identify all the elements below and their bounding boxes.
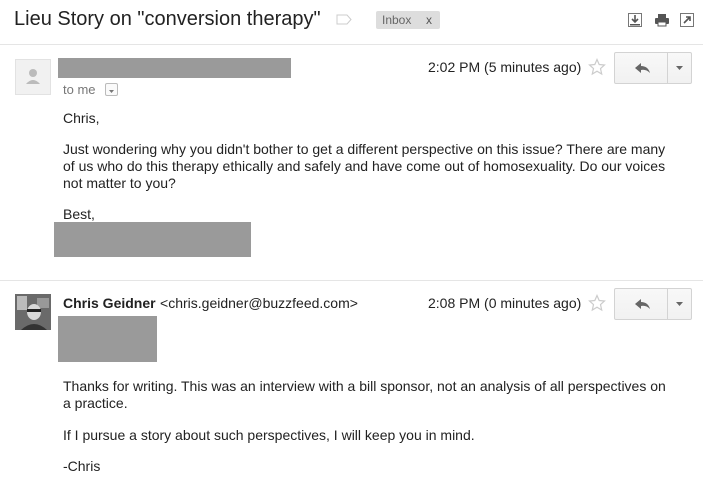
message-timestamp: 2:02 PM (5 minutes ago): [428, 59, 582, 75]
chevron-down-icon: [109, 90, 114, 93]
message-timestamp: 2:08 PM (0 minutes ago): [428, 295, 582, 311]
download-icon[interactable]: [628, 13, 642, 27]
message-body: Thanks for writing. This was an intervie…: [63, 378, 666, 411]
star-icon[interactable]: [588, 294, 606, 312]
sender-name[interactable]: Chris Geidner: [63, 295, 156, 311]
message-divider: [0, 280, 703, 281]
inbox-label-chip: Inbox x: [376, 11, 440, 29]
header-divider: [0, 44, 703, 45]
print-icon[interactable]: [654, 13, 670, 27]
message-signature: -Chris: [63, 458, 101, 474]
message-greeting: Chris,: [63, 110, 100, 126]
reply-button[interactable]: [615, 53, 667, 83]
remove-label-button[interactable]: x: [426, 11, 432, 29]
default-avatar-icon: [26, 69, 40, 84]
sender-line: Chris Geidner <chris.geidner@buzzfeed.co…: [63, 295, 358, 313]
recipient-line: to me: [63, 82, 96, 97]
redacted-signature: [54, 222, 251, 257]
message-body: Just wondering why you didn't bother to …: [63, 141, 666, 191]
redacted-recipient: [58, 316, 157, 362]
new-window-icon[interactable]: [680, 13, 694, 27]
reply-icon: [635, 299, 650, 309]
avatar: [15, 294, 51, 330]
star-icon[interactable]: [588, 58, 606, 76]
message-signoff: Best,: [63, 206, 95, 222]
label-icon[interactable]: [336, 14, 352, 25]
inbox-label-text: Inbox: [382, 13, 412, 27]
reply-button[interactable]: [615, 289, 667, 319]
reply-icon: [635, 63, 650, 73]
more-actions-button[interactable]: [667, 289, 691, 319]
avatar: [15, 59, 51, 95]
chevron-down-icon: [676, 66, 683, 70]
reply-button-group: [614, 288, 692, 320]
message-body: If I pursue a story about such perspecti…: [63, 427, 475, 443]
redacted-sender: [58, 58, 291, 78]
chevron-down-icon: [676, 302, 683, 306]
more-actions-button[interactable]: [667, 53, 691, 83]
reply-button-group: [614, 52, 692, 84]
sender-photo: [15, 294, 51, 330]
recipient-details-button[interactable]: [105, 83, 118, 96]
thread-subject: Lieu Story on "conversion therapy": [14, 8, 321, 30]
sender-email: <chris.geidner@buzzfeed.com>: [160, 295, 358, 311]
